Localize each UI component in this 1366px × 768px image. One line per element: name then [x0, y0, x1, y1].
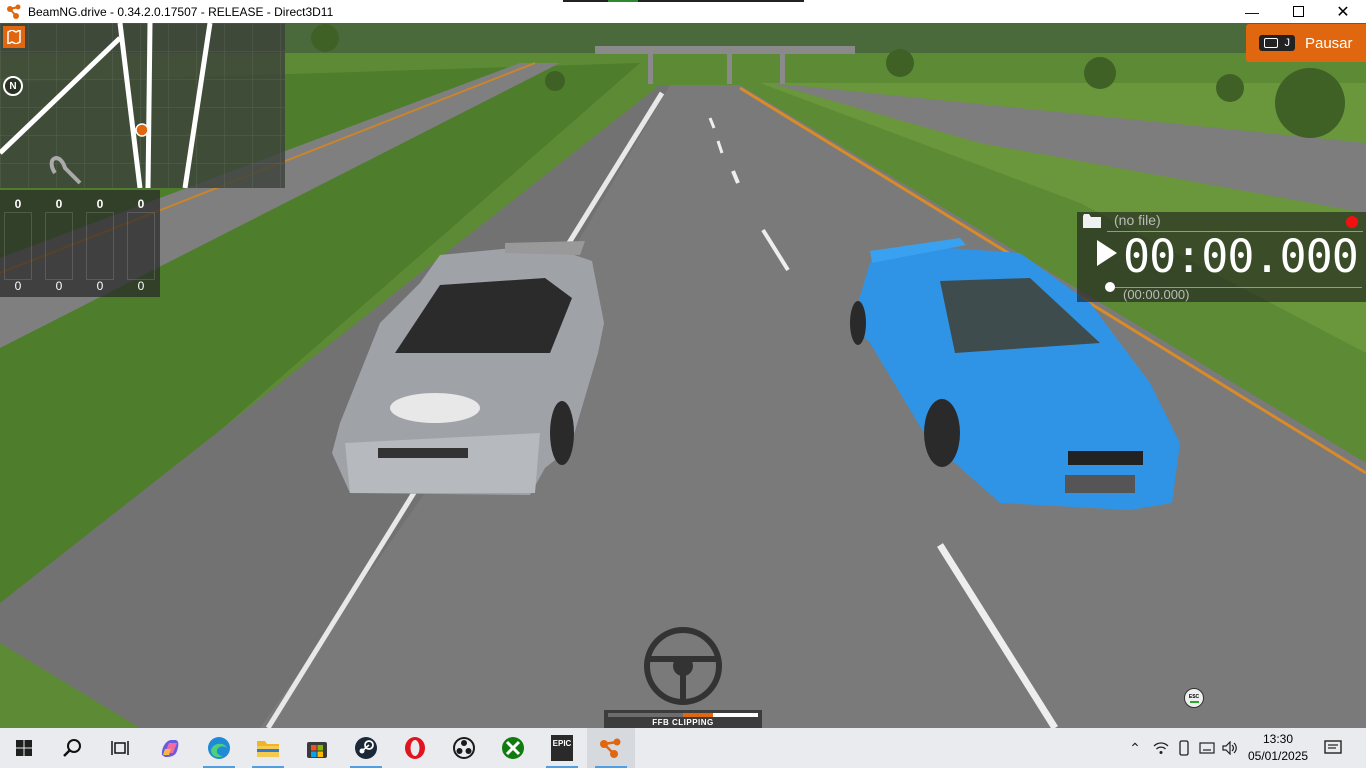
replay-panel[interactable]: (no file) 00:00.000 (00:00.000) — [1077, 212, 1366, 302]
play-button[interactable] — [1097, 240, 1117, 266]
task-view-icon — [111, 741, 129, 755]
input-top-value: 0 — [96, 197, 104, 211]
input-bottom-value: 0 — [96, 279, 104, 293]
beamng-icon — [600, 738, 621, 758]
obs-icon — [453, 737, 475, 759]
obs-button[interactable] — [440, 728, 488, 768]
input-column: 0 0 — [0, 190, 36, 297]
input-bars-panel: 0 0 0 0 0 0 0 0 — [0, 190, 160, 297]
input-column: 0 0 — [82, 190, 118, 297]
taskbar-clock[interactable]: 13:30 05/01/2025 — [1248, 731, 1308, 765]
steam-icon — [355, 737, 377, 759]
ffb-fill-white — [713, 713, 758, 717]
windows-start-button[interactable] — [0, 728, 48, 768]
ffb-clipping-meter: FFB CLIPPING — [604, 710, 762, 728]
input-top-value: 0 — [14, 197, 22, 211]
xbox-icon — [502, 737, 524, 759]
input-bar — [86, 212, 114, 280]
maximize-icon — [1292, 6, 1304, 17]
window-titlebar[interactable]: BeamNG.drive - 0.34.2.0.17507 - RELEASE … — [0, 0, 1366, 23]
chevron-up-icon: ⌃ — [1129, 739, 1141, 756]
close-icon: ✕ — [1336, 3, 1350, 21]
clock-time: 13:30 — [1262, 732, 1294, 746]
file-explorer-icon — [257, 741, 279, 757]
input-bottom-value: 0 — [55, 279, 63, 293]
keyboard-layout-icon — [1199, 742, 1215, 754]
input-top-value: 0 — [137, 197, 145, 211]
esc-label: ESC — [1188, 693, 1200, 700]
window-title: BeamNG.drive - 0.34.2.0.17507 - RELEASE … — [28, 4, 334, 19]
minimap[interactable]: N — [0, 23, 285, 188]
pause-label: Pausar — [1304, 34, 1353, 52]
notification-icon — [1324, 740, 1342, 754]
ffb-label: FFB CLIPPING — [652, 718, 714, 727]
windows-taskbar: EPIC ⌃ 13:30 05/01/2025 — [0, 728, 1366, 768]
language-button[interactable] — [1197, 728, 1217, 768]
input-bottom-value: 0 — [14, 279, 22, 293]
minimap-roads — [0, 23, 285, 188]
edge-icon — [208, 737, 230, 759]
opera-icon — [405, 737, 425, 759]
folder-icon[interactable] — [1083, 214, 1101, 228]
wifi-icon — [1153, 742, 1169, 754]
windows-start-icon — [16, 740, 32, 756]
input-bar — [45, 212, 73, 280]
minimize-icon: — — [1245, 3, 1259, 20]
keyboard-key-hint: J — [1259, 35, 1295, 51]
network-button[interactable] — [1151, 728, 1171, 768]
volume-icon — [1222, 741, 1237, 755]
input-bar — [127, 212, 155, 280]
minimize-button[interactable]: — — [1229, 0, 1275, 23]
record-button[interactable] — [1346, 216, 1358, 228]
copilot-icon — [161, 740, 179, 757]
north-compass-icon: N — [3, 76, 23, 96]
beamng-button[interactable] — [587, 728, 635, 768]
microsoft-store-icon — [307, 742, 327, 758]
file-explorer-button[interactable] — [244, 728, 292, 768]
input-column: 0 0 — [123, 190, 159, 297]
epic-games-text: EPIC — [552, 739, 572, 748]
steam-button[interactable] — [342, 728, 390, 768]
replay-seek-handle[interactable] — [1105, 282, 1115, 292]
ffb-fill — [683, 713, 713, 717]
beamng-app-icon — [7, 4, 21, 19]
search-icon — [63, 739, 81, 757]
replay-sub-time: (00:00.000) — [1123, 287, 1190, 302]
title-progress-strip — [563, 0, 804, 2]
epic-games-button[interactable]: EPIC — [538, 728, 586, 768]
input-bottom-value: 0 — [137, 279, 145, 293]
opera-button[interactable] — [391, 728, 439, 768]
clock-date: 05/01/2025 — [1248, 749, 1309, 763]
input-bar — [4, 212, 32, 280]
keyboard-icon — [1264, 38, 1279, 48]
esc-icon[interactable]: ESC — [1184, 688, 1204, 708]
phone-link-button[interactable] — [1174, 728, 1194, 768]
phone-icon — [1179, 740, 1189, 756]
pause-key-label: J — [1284, 37, 1290, 49]
game-viewport[interactable]: N 0 0 0 0 0 0 0 0 J Pausar (no file) 00:… — [0, 23, 1366, 728]
edge-button[interactable] — [195, 728, 243, 768]
epic-games-icon: EPIC — [551, 735, 573, 761]
task-view-button[interactable] — [96, 728, 144, 768]
taskbar-search-button[interactable] — [48, 728, 96, 768]
replay-time: 00:00.000 — [1123, 230, 1359, 283]
input-column: 0 0 — [41, 190, 77, 297]
xbox-button[interactable] — [489, 728, 537, 768]
maximize-button[interactable] — [1275, 0, 1321, 23]
show-hidden-icons-button[interactable]: ⌃ — [1126, 728, 1144, 768]
map-icon[interactable] — [3, 26, 25, 48]
volume-button[interactable] — [1220, 728, 1240, 768]
input-top-value: 0 — [55, 197, 63, 211]
microsoft-store-button[interactable] — [293, 728, 341, 768]
pause-button[interactable]: J Pausar — [1246, 24, 1366, 62]
close-button[interactable]: ✕ — [1320, 0, 1366, 23]
notifications-button[interactable] — [1320, 728, 1346, 768]
copilot-button[interactable] — [146, 728, 194, 768]
replay-file-name: (no file) — [1114, 212, 1161, 228]
